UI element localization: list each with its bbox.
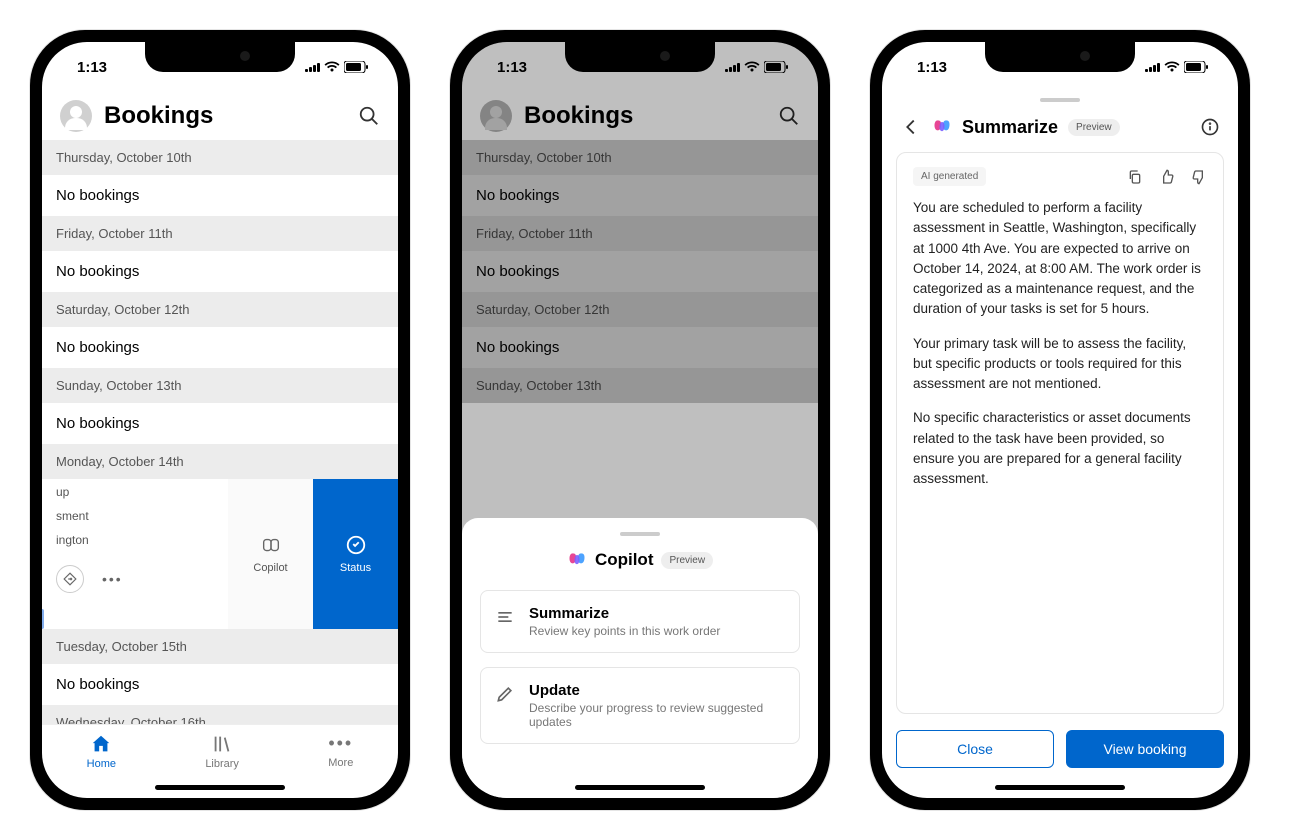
reaction-icons — [1127, 169, 1207, 185]
swipe-action-copilot[interactable]: Copilot — [228, 479, 313, 629]
copilot-logo-icon — [567, 550, 587, 570]
back-icon[interactable] — [900, 116, 922, 138]
cellular-icon — [1145, 62, 1160, 72]
copilot-sheet: Copilot Preview Summarize Review key poi… — [462, 518, 818, 798]
close-button[interactable]: Close — [896, 730, 1054, 768]
phone-frame-1: 1:13 Bookings Thursday, October 10th No … — [30, 30, 410, 810]
preview-badge: Preview — [661, 552, 713, 569]
button-row: Close View booking — [896, 730, 1224, 778]
date-header: Monday, October 14th — [42, 444, 398, 479]
copilot-logo-icon — [932, 117, 952, 137]
ai-generated-badge: AI generated — [913, 167, 986, 186]
summarize-title: Summarize — [962, 117, 1058, 138]
screen-3: 1:13 Summarize Preview AI generated — [882, 42, 1238, 798]
wifi-icon — [324, 61, 340, 73]
avatar[interactable] — [60, 100, 92, 132]
date-header: Thursday, October 10th — [42, 140, 398, 175]
booking-marker — [42, 609, 44, 629]
status-time: 1:13 — [917, 59, 947, 76]
option-summarize[interactable]: Summarize Review key points in this work… — [480, 590, 800, 653]
option-desc: Review key points in this work order — [529, 624, 720, 638]
home-indicator[interactable] — [995, 785, 1125, 790]
summary-paragraph: No specific characteristics or asset doc… — [913, 408, 1207, 489]
booking-swipe-row[interactable]: up sment ington ••• Copilot — [42, 479, 398, 629]
screen-2: 1:13 Bookings Thursday, October 10th No … — [462, 42, 818, 798]
status-icon — [345, 534, 367, 556]
sheet-grabber[interactable] — [1040, 98, 1080, 102]
date-header: Sunday, October 13th — [42, 368, 398, 403]
booking-empty: No bookings — [42, 327, 398, 368]
notch — [985, 42, 1135, 72]
sheet-header: Copilot Preview — [480, 550, 800, 570]
status-time: 1:13 — [77, 59, 107, 76]
summary-card: AI generated You are scheduled to perfor… — [896, 152, 1224, 714]
home-indicator[interactable] — [575, 785, 705, 790]
directions-button[interactable] — [56, 565, 84, 593]
date-header: Saturday, October 12th — [42, 292, 398, 327]
booking-empty: No bookings — [42, 251, 398, 292]
cellular-icon — [305, 62, 320, 72]
battery-icon — [344, 61, 368, 73]
wifi-icon — [1164, 61, 1180, 73]
summary-paragraph: Your primary task will be to assess the … — [913, 334, 1207, 395]
booking-fragment: up — [56, 485, 214, 499]
tab-label: Home — [87, 758, 116, 770]
thumbs-down-icon[interactable] — [1191, 169, 1207, 185]
info-icon[interactable] — [1200, 117, 1220, 137]
date-header: Wednesday, October 16th — [42, 705, 398, 724]
battery-icon — [1184, 61, 1208, 73]
home-indicator[interactable] — [155, 785, 285, 790]
copilot-icon — [260, 534, 282, 556]
tab-label: Library — [205, 758, 239, 770]
summarize-body: Summarize Preview AI generated You are s… — [882, 92, 1238, 798]
thumbs-up-icon[interactable] — [1159, 169, 1175, 185]
tab-library[interactable]: Library — [205, 733, 239, 770]
summary-text: You are scheduled to perform a facility … — [913, 198, 1207, 489]
summary-paragraph: You are scheduled to perform a facility … — [913, 198, 1207, 320]
summarize-header: Summarize Preview — [896, 112, 1224, 152]
preview-badge: Preview — [1068, 119, 1120, 136]
booking-fragment: sment — [56, 509, 214, 523]
sheet-grabber[interactable] — [620, 532, 660, 536]
tab-more[interactable]: ••• More — [328, 733, 353, 770]
option-title: Update — [529, 682, 785, 699]
summary-top: AI generated — [913, 167, 1207, 186]
status-right — [305, 61, 368, 73]
status-right — [1145, 61, 1208, 73]
booking-empty: No bookings — [42, 175, 398, 216]
screen-1: 1:13 Bookings Thursday, October 10th No … — [42, 42, 398, 798]
pencil-icon — [495, 684, 515, 704]
page-header: Bookings — [42, 92, 398, 140]
booking-empty: No bookings — [42, 664, 398, 705]
more-icon[interactable]: ••• — [102, 571, 123, 587]
option-update[interactable]: Update Describe your progress to review … — [480, 667, 800, 744]
booking-fragment: ington — [56, 533, 214, 547]
library-icon — [211, 733, 233, 755]
booking-partial-text: up sment ington ••• — [42, 479, 228, 629]
phone-frame-2: 1:13 Bookings Thursday, October 10th No … — [450, 30, 830, 810]
home-icon — [90, 733, 112, 755]
sheet-title: Copilot — [595, 550, 654, 570]
swipe-action-status[interactable]: Status — [313, 479, 398, 629]
bookings-list[interactable]: Thursday, October 10th No bookings Frida… — [42, 140, 398, 724]
more-icon: ••• — [328, 733, 353, 754]
view-booking-button[interactable]: View booking — [1066, 730, 1224, 768]
copy-icon[interactable] — [1127, 169, 1143, 185]
date-header: Tuesday, October 15th — [42, 629, 398, 664]
option-title: Summarize — [529, 605, 720, 622]
tab-label: More — [328, 757, 353, 769]
swipe-action-label: Status — [340, 562, 371, 574]
swipe-action-label: Copilot — [253, 562, 287, 574]
option-desc: Describe your progress to review suggest… — [529, 701, 785, 729]
date-header: Friday, October 11th — [42, 216, 398, 251]
booking-empty: No bookings — [42, 403, 398, 444]
notch — [145, 42, 295, 72]
phone-frame-3: 1:13 Summarize Preview AI generated — [870, 30, 1250, 810]
page-title: Bookings — [104, 102, 346, 130]
tab-home[interactable]: Home — [87, 733, 116, 770]
notch — [565, 42, 715, 72]
summarize-icon — [495, 607, 515, 627]
search-icon[interactable] — [358, 105, 380, 127]
